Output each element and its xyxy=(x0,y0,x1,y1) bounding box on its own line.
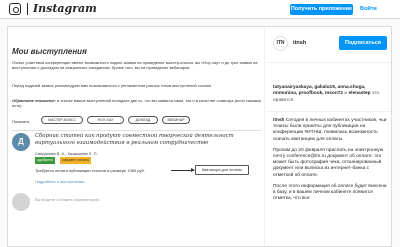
publication-avatar: Д xyxy=(12,133,30,151)
profile-avatar[interactable]: ITN xyxy=(273,36,288,51)
filter-label: Показать: xyxy=(12,119,31,124)
arrow-right-icon xyxy=(171,168,195,172)
caption-text: Просим до 20 февраля прислать на электро… xyxy=(273,147,384,178)
doc-paragraph: Перед подачей заявок рекомендуем вам поз… xyxy=(12,83,213,88)
post-sidebar: ITN itnsh Подписаться tatyanairyaskaya, … xyxy=(266,27,391,246)
details-link-text: Подробнее о выступлении xyxy=(35,179,85,184)
status-badge-waiting: ожидает оплаты xyxy=(60,157,92,164)
top-navigation-bar: Instagram Получить приложение Войти xyxy=(0,0,400,19)
comment-avatar xyxy=(12,193,30,211)
filter-report: ДОКЛАД xyxy=(128,116,158,124)
doc-divider xyxy=(12,130,262,131)
likes-user-last[interactable]: elenastep xyxy=(348,91,370,96)
post-image[interactable]: Мои выступления Очные участники конферен… xyxy=(8,27,265,246)
doc-paragraph: Обратите внимание: в списке ваших выступ… xyxy=(12,98,262,108)
filter-masterclass: МАСТЕР-КЛАСС xyxy=(41,116,83,124)
caption-text: После этого информация об оплате будет в… xyxy=(273,183,387,202)
doc-paragraph: Очные участники конференции имеют возмож… xyxy=(12,60,258,71)
filter-knowhow: НОУ-ХАУ xyxy=(87,116,124,124)
post-header: ITN itnsh Подписаться xyxy=(266,27,391,63)
post-caption: itnsh Сегодня в личных кабинетах участни… xyxy=(273,118,388,207)
receipt-button: Квитанция для оплаты xyxy=(195,165,249,175)
payment-text: Требуется оплата публикации тезисов в ра… xyxy=(35,168,145,173)
status-badge-approved: одобрено xyxy=(35,157,56,164)
doc-title: Мои выступления xyxy=(12,47,87,56)
caption-username[interactable]: itnsh xyxy=(273,118,284,123)
details-link: Подробнее о выступлении xyxy=(35,179,84,184)
sidebar-divider xyxy=(266,111,391,112)
caption-text: Сегодня в личных кабинетах участников, ч… xyxy=(273,118,387,142)
profile-username[interactable]: itnsh xyxy=(293,40,306,46)
likes-summary: tatyanairyaskaya, galialu19, anna.shuga,… xyxy=(273,85,388,104)
login-link[interactable]: Войти xyxy=(360,4,377,15)
comment-prompt: Вы можете оставить комментарий. xyxy=(35,197,100,202)
follow-button[interactable]: Подписаться xyxy=(339,36,387,50)
instagram-wordmark[interactable]: Instagram xyxy=(33,2,97,15)
filter-webinar: ВЕБИНАР xyxy=(162,116,190,124)
logo-separator xyxy=(27,3,28,15)
publication-title: Сборник статей как продукт совместной тв… xyxy=(35,133,234,146)
instagram-camera-icon[interactable] xyxy=(9,3,21,15)
publication-authors: Свердлова В. А., Казакшева Л. П. xyxy=(35,151,98,156)
get-app-button[interactable]: Получить приложение xyxy=(290,4,353,15)
post-card: Мои выступления Очные участники конферен… xyxy=(7,26,392,247)
